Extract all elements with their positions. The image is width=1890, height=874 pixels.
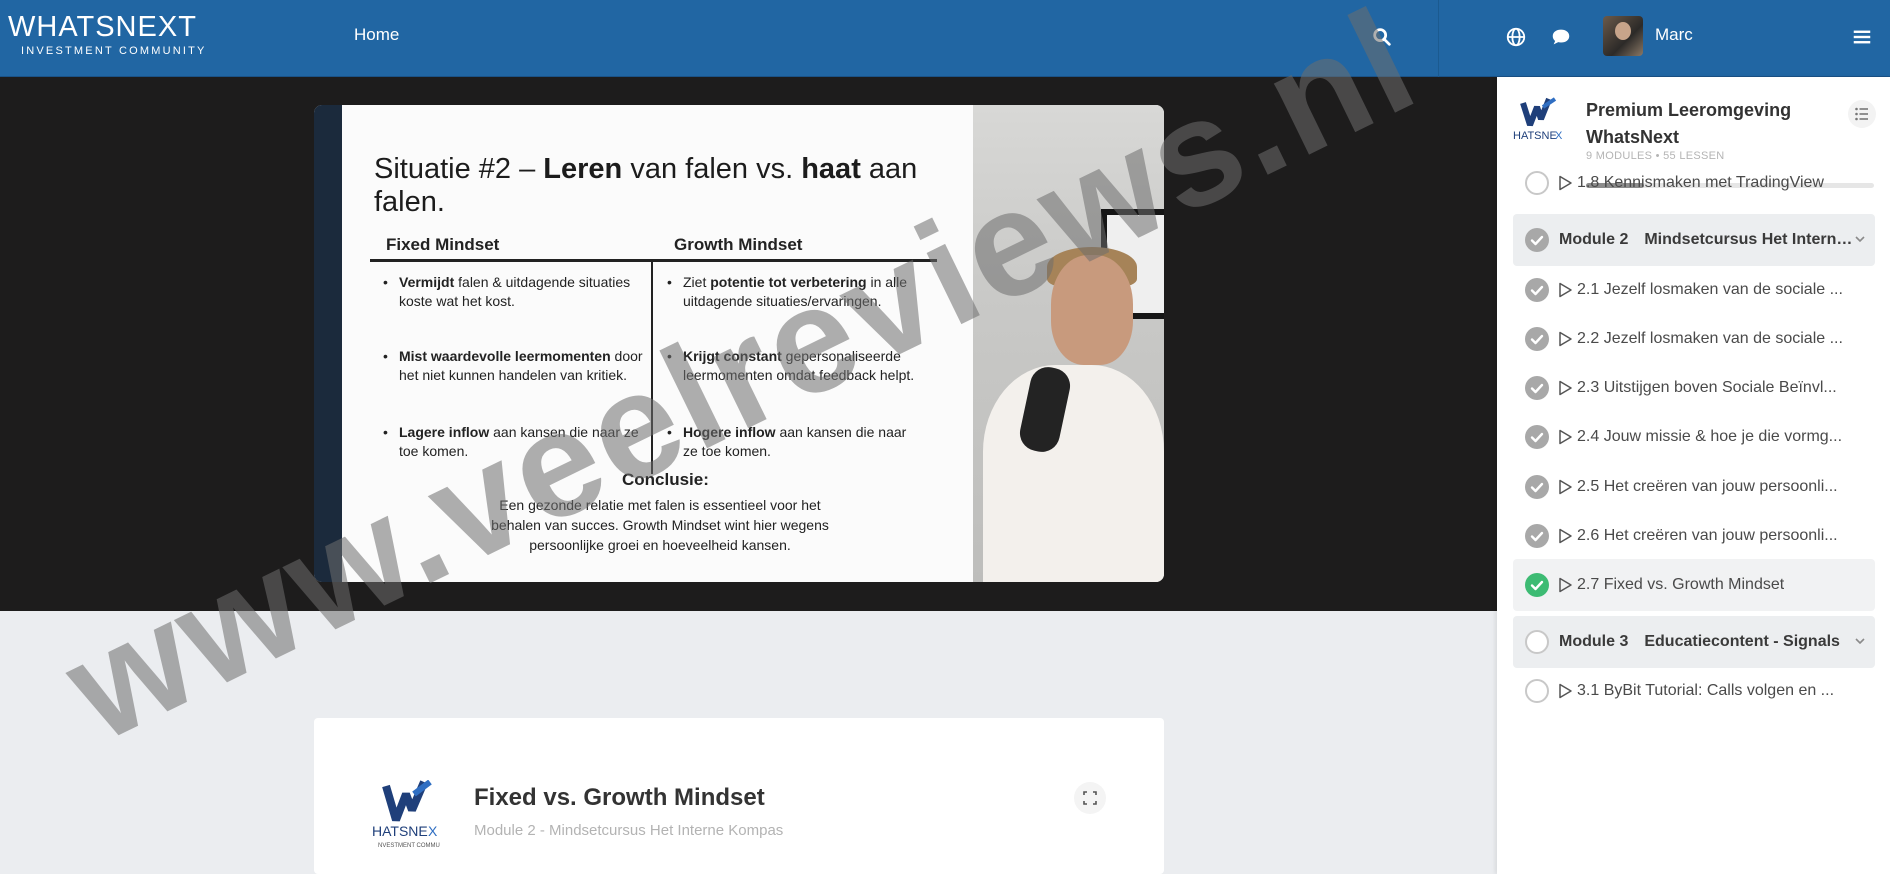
column-divider [651,259,653,474]
lesson-label: 3.1 ByBit Tutorial: Calls volgen en ... [1577,682,1835,699]
logo-text: WHATSNEXT [8,11,197,43]
play-icon [1559,577,1572,593]
lesson-label: 2.4 Jouw missie & hoe je die vormg... [1577,428,1843,445]
logo-subtitle: INVESTMENT COMMUNITY [21,45,207,57]
module-label: Module 3 [1559,633,1629,650]
play-icon [1559,380,1572,396]
user-avatar[interactable] [1603,16,1643,56]
fixed-bullet-2: Mist waardevolle leermomenten door het n… [383,347,649,385]
course-logo-icon: HATSNEX [1513,97,1563,142]
incomplete-circle-icon [1525,630,1549,654]
lesson-label: 2.6 Het creëren van jouw persoonli... [1577,527,1838,544]
lesson-label: 2.2 Jezelf losmaken van de sociale ... [1577,330,1843,347]
check-circle-icon [1525,524,1549,548]
slide-left-strip [314,105,342,582]
fixed-bullet-1: Vermijdt falen & uitdagende situaties ko… [383,273,649,311]
table-rule [370,259,937,262]
list-toggle-icon[interactable] [1847,99,1877,129]
lesson-title: Fixed vs. Growth Mindset [474,784,765,811]
presenter-body [983,365,1164,582]
fixed-bullet-3: Lagere inflow aan kansen die naar ze toe… [383,423,649,461]
play-icon [1559,528,1572,544]
check-circle-icon [1525,573,1549,597]
growth-bullet-3: Hogere inflow aan kansen die naar ze toe… [667,423,923,461]
check-circle-icon [1525,475,1549,499]
module-label: Module 2 [1559,231,1629,248]
lesson-item[interactable]: 2.7 Fixed vs. Growth Mindset [1513,559,1875,611]
user-name[interactable]: Marc [1655,25,1693,45]
lesson-label: 2.7 Fixed vs. Growth Mindset [1577,576,1785,593]
check-circle-icon [1525,376,1549,400]
growth-bullet-2: Krijgt constant gepersonaliseerde leermo… [667,347,923,385]
module-header[interactable]: Module 3 Educatiecontent - Signals [1513,616,1875,668]
play-icon [1559,175,1572,191]
chevron-down-icon[interactable] [1853,232,1867,246]
check-circle-icon [1525,228,1549,252]
growth-bullet-1: Ziet potentie tot verbetering in alle ui… [667,273,923,311]
conclusion-text: Een gezonde relatie met falen is essenti… [491,497,829,553]
incomplete-circle-icon [1525,679,1549,703]
incomplete-circle-icon [1525,171,1549,195]
whatsnext-logo[interactable]: WHATSNEXT INVESTMENT COMMUNITY [8,12,207,57]
play-icon [1559,282,1572,298]
lesson-item[interactable]: 2.6 Het creëren van jouw persoonli... [1513,510,1875,562]
module-name: Mindsetcursus Het Interne Kompas [1644,231,1854,248]
expand-icon [1083,791,1097,805]
conclusion-title: Conclusie: [622,470,709,489]
chevron-down-icon[interactable] [1853,634,1867,648]
svg-text:HATSNE: HATSNE [1513,130,1557,142]
whatsnext-logo-icon: HATSNE X NVESTMENT COMMU [372,780,440,849]
play-icon [1559,331,1572,347]
presenter-head [1051,255,1133,365]
lesson-item[interactable]: 3.1 ByBit Tutorial: Calls volgen en ... [1513,665,1875,717]
lesson-label: 2.5 Het creëren van jouw persoonli... [1577,478,1838,495]
video-player[interactable]: Situatie #2 – Leren van falen vs. haat a… [314,105,1164,582]
lesson-item[interactable]: 2.1 Jezelf losmaken van de sociale ... [1513,264,1875,316]
lesson-item[interactable]: 2.2 Jezelf losmaken van de sociale ... [1513,313,1875,365]
lesson-item[interactable]: 2.5 Het creëren van jouw persoonli... [1513,461,1875,513]
check-circle-icon [1525,327,1549,351]
search-icon[interactable] [1371,26,1393,48]
globe-icon[interactable] [1505,26,1527,48]
check-circle-icon [1525,278,1549,302]
nav-home-link[interactable]: Home [354,25,399,45]
fullscreen-button[interactable] [1074,782,1106,814]
svg-text:HATSNE: HATSNE [372,823,428,839]
svg-text:NVESTMENT COMMU: NVESTMENT COMMU [378,843,440,849]
course-sidebar: HATSNE X Premium Leeromgeving WhatsNext 9… [1497,77,1890,874]
svg-text:X: X [428,823,438,839]
lesson-item[interactable]: 2.4 Jouw missie & hoe je die vormg... [1513,411,1875,463]
lesson-item[interactable]: 2.3 Uitstijgen boven Sociale Beïnvl... [1513,362,1875,414]
lesson-info-card: HATSNE X NVESTMENT COMMU Fixed vs. Growth… [314,718,1164,874]
lesson-module-subtitle[interactable]: Module 2 - Mindsetcursus Het Interne Kom… [474,822,783,839]
fixed-mindset-heading: Fixed Mindset [386,235,500,254]
play-icon [1559,479,1572,495]
lesson-item[interactable]: 1.8 Kennismaken met TradingView [1513,157,1875,209]
svg-text:X: X [1555,130,1563,142]
lesson-label: 2.1 Jezelf losmaken van de sociale ... [1577,281,1843,298]
module-header[interactable]: Module 2 Mindsetcursus Het Interne Kompas [1513,214,1875,266]
toolbar-divider [1438,0,1439,77]
presentation-slide: Situatie #2 – Leren van falen vs. haat a… [342,105,973,582]
slide-title: Situatie #2 – Leren van falen vs. haat a… [374,153,918,218]
module-name: Educatiecontent - Signals [1644,633,1840,650]
growth-mindset-heading: Growth Mindset [674,235,803,254]
chat-icon[interactable] [1550,26,1572,48]
play-icon [1559,429,1572,445]
lesson-label: 2.3 Uitstijgen boven Sociale Beïnvl... [1577,379,1837,396]
hamburger-menu-icon[interactable] [1851,26,1873,48]
lesson-label: 1.8 Kennismaken met TradingView [1577,174,1824,191]
course-title: Premium Leeromgeving WhatsNext [1586,100,1792,147]
check-circle-icon [1525,425,1549,449]
presenter-webcam [973,105,1164,582]
play-icon [1559,683,1572,699]
top-navigation-bar: WHATSNEXT INVESTMENT COMMUNITY Home Marc [0,0,1890,77]
